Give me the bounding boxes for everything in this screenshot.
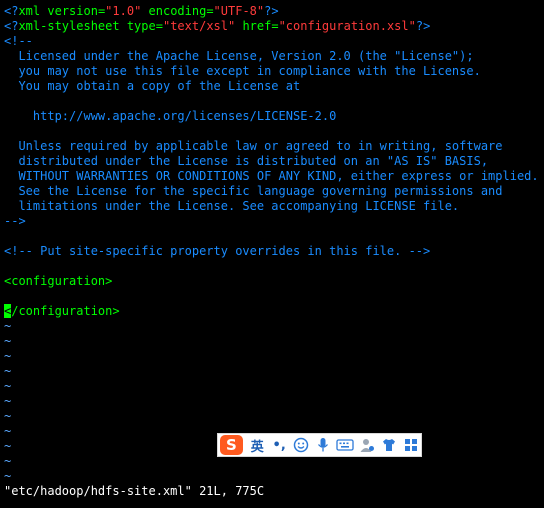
code-token: version= — [40, 4, 106, 18]
code-token: ~ — [4, 394, 12, 408]
code-token: Unless required by applicable law or agr… — [4, 139, 503, 153]
code-token: distributed under the License is distrib… — [4, 154, 489, 168]
code-token: "UTF-8" — [213, 4, 265, 18]
code-line: See the License for the specific languag… — [4, 184, 540, 199]
empty-line-marker: ~ — [4, 334, 540, 349]
code-token: ~ — [4, 349, 12, 363]
code-token: Licensed under the Apache License, Versi… — [4, 49, 474, 63]
code-token: You may obtain a copy of the License at — [4, 79, 301, 93]
empty-line-marker: ~ — [4, 409, 540, 424]
code-line: --> — [4, 214, 540, 229]
code-line: <?xml-stylesheet type="text/xsl" href="c… — [4, 19, 540, 34]
user-icon[interactable] — [356, 435, 377, 455]
code-line: </configuration> — [4, 304, 540, 319]
code-token: you may not use this file except in comp… — [4, 64, 481, 78]
code-token: ~ — [4, 319, 12, 333]
code-token: ~ — [4, 424, 12, 438]
code-token: "configuration.xsl" — [278, 19, 416, 33]
code-line: You may obtain a copy of the License at — [4, 79, 540, 94]
code-token: xml — [18, 4, 41, 18]
code-token: ~ — [4, 334, 12, 348]
code-token: See the License for the specific languag… — [4, 184, 503, 198]
code-token: <!-- Put site-specific property override… — [4, 244, 431, 258]
code-token: ~ — [4, 379, 12, 393]
code-token: encoding= — [141, 4, 214, 18]
code-token: http://www.apache.org/licenses/LICENSE-2… — [4, 109, 337, 123]
code-token: <configuration> — [4, 274, 113, 288]
code-token: ~ — [4, 469, 12, 483]
empty-line-marker: ~ — [4, 469, 540, 484]
code-line: WITHOUT WARRANTIES OR CONDITIONS OF ANY … — [4, 169, 540, 184]
microphone-icon[interactable] — [313, 435, 334, 455]
code-token: ~ — [4, 439, 12, 453]
code-line: Licensed under the Apache License, Versi… — [4, 49, 540, 64]
code-line: limitations under the License. See accom… — [4, 199, 540, 214]
code-token: "1.0" — [105, 4, 142, 18]
code-token: ?> — [415, 19, 431, 33]
code-line: you may not use this file except in comp… — [4, 64, 540, 79]
emoji-icon[interactable] — [291, 435, 312, 455]
code-line: Unless required by applicable law or agr… — [4, 139, 540, 154]
punctuation-toggle[interactable]: •, — [269, 435, 290, 455]
code-line: <!-- Put site-specific property override… — [4, 244, 540, 259]
empty-line-marker: ~ — [4, 394, 540, 409]
skin-icon[interactable] — [378, 435, 399, 455]
code-token: ?> — [264, 4, 279, 18]
sogou-logo-icon[interactable]: S — [220, 435, 243, 455]
empty-line-marker: ~ — [4, 379, 540, 394]
code-token: /configuration> — [11, 304, 120, 318]
status-line: "etc/hadoop/hdfs-site.xml" 21L, 775C — [4, 484, 265, 498]
code-line: <!-- — [4, 34, 540, 49]
code-token: <? — [4, 19, 19, 33]
code-token: ~ — [4, 364, 12, 378]
empty-line-marker: ~ — [4, 364, 540, 379]
terminal-editor[interactable]: <?xml version="1.0" encoding="UTF-8"?> <?… — [4, 4, 540, 484]
grid-menu-icon[interactable] — [400, 435, 421, 455]
code-token: ~ — [4, 409, 12, 423]
code-token: href= — [235, 19, 279, 33]
empty-line-marker: ~ — [4, 349, 540, 364]
code-line: <?xml version="1.0" encoding="UTF-8"?> — [4, 4, 540, 19]
code-token: <!-- — [4, 34, 33, 48]
code-token: WITHOUT WARRANTIES OR CONDITIONS OF ANY … — [4, 169, 539, 183]
code-token: xml-stylesheet — [18, 19, 120, 33]
empty-line-marker: ~ — [4, 319, 540, 334]
code-token: --> — [4, 214, 26, 228]
code-line: <configuration> — [4, 274, 540, 289]
ime-toolbar[interactable]: S 英 •, — [217, 433, 422, 457]
code-line: http://www.apache.org/licenses/LICENSE-2… — [4, 109, 540, 124]
code-token: <? — [4, 4, 19, 18]
language-mode-toggle[interactable]: 英 — [247, 435, 268, 455]
code-line: distributed under the License is distrib… — [4, 154, 540, 169]
code-token: limitations under the License. See accom… — [4, 199, 460, 213]
code-token: ~ — [4, 454, 12, 468]
code-token: "text/xsl" — [162, 19, 236, 33]
keyboard-icon[interactable] — [334, 435, 355, 455]
code-token: type= — [119, 19, 163, 33]
